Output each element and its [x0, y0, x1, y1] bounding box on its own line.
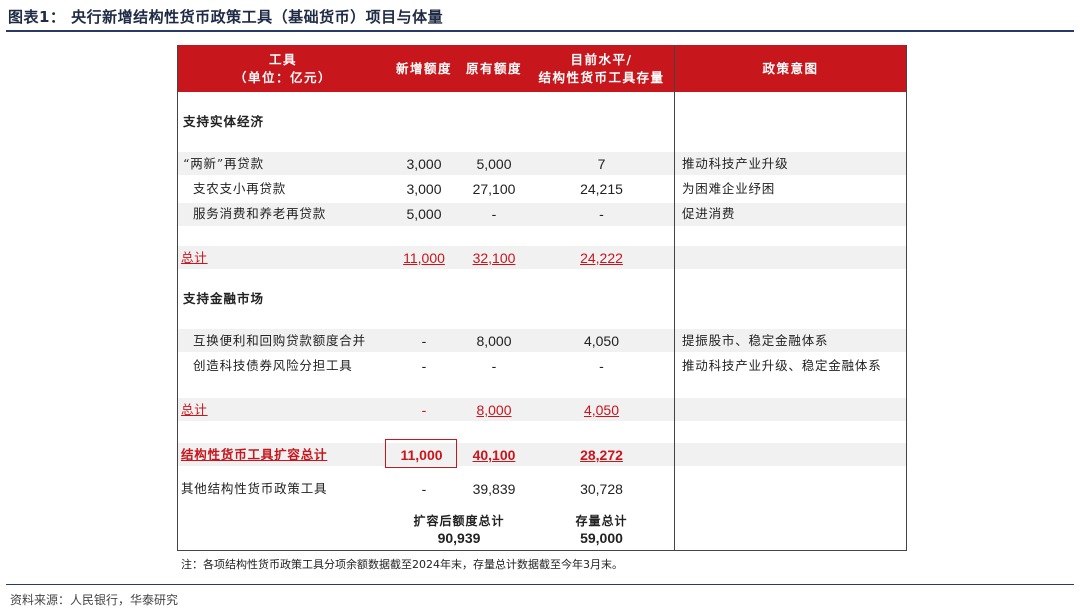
header-policy-intent: 政策意图 — [762, 60, 819, 76]
section-title: 支持实体经济 — [183, 114, 265, 129]
header-old-quota: 原有额度 — [465, 60, 522, 76]
title-divider — [6, 30, 1074, 32]
footnote: 注：各项结构性货币政策工具分项余额数据截至2024年末，存量总计数据截至今年3月… — [181, 558, 623, 571]
table-header: 工具 （单位：亿元） 新增额度 原有额度 目前水平/ 结构性货币工具存量 政策意… — [177, 45, 907, 92]
table-border-right — [906, 45, 907, 551]
header-new-quota: 新增额度 — [395, 60, 452, 76]
section-title: 支持金融市场 — [183, 291, 265, 306]
header-stock: 结构性货币工具存量 — [538, 69, 665, 85]
intent-column-divider — [674, 45, 675, 551]
source-line: 资料来源：人民银行，华泰研究 — [10, 593, 179, 607]
table-border-left — [177, 45, 178, 551]
figure-title: 图表1： 央行新增结构性货币政策工具（基础货币）项目与体量 — [8, 8, 444, 26]
expanded-total-value: 90,939 — [437, 530, 481, 546]
header-tool-cell: 工具 （单位：亿元） — [177, 45, 389, 92]
footer-divider — [6, 584, 1074, 585]
header-tool: 工具 — [268, 51, 297, 67]
header-unit: （单位：亿元） — [233, 69, 332, 85]
table-border-bottom — [177, 550, 907, 551]
stock-total-value: 59,000 — [580, 530, 623, 546]
tools-table: 工具 （单位：亿元） 新增额度 原有额度 目前水平/ 结构性货币工具存量 政策意… — [177, 45, 907, 551]
header-current-level-cell: 目前水平/ 结构性货币工具存量 — [529, 45, 674, 92]
header-current-level: 目前水平/ — [570, 51, 633, 67]
